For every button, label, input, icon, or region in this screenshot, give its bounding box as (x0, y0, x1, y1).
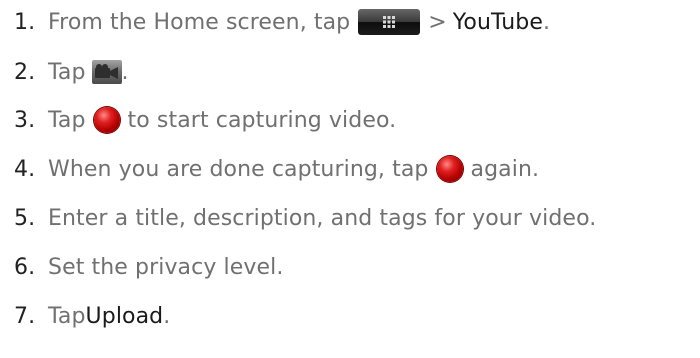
record-button-icon (436, 156, 463, 182)
step-number: 4. (14, 156, 36, 182)
step-text: From the Home screen, tap (48, 9, 351, 35)
step-text-end: . (121, 59, 129, 85)
step-text: Set the privacy level. (48, 254, 284, 280)
step-text: When you are done capturing, tap (48, 156, 429, 182)
step-4: 4. When you are done capturing, tap agai… (14, 151, 539, 187)
step-number: 6. (14, 254, 36, 280)
record-button-icon (93, 107, 120, 133)
youtube-app-label: YouTube (452, 9, 543, 35)
step-text: Tap (48, 303, 86, 329)
step-number: 2. (14, 59, 36, 85)
step-5: 5. Enter a title, description, and tags … (14, 200, 596, 236)
all-apps-launcher-icon (358, 9, 421, 35)
step-7: 7. Tap Upload . (14, 298, 170, 334)
step-number: 1. (14, 9, 36, 35)
step-number: 5. (14, 205, 36, 231)
upload-label: Upload (85, 303, 164, 329)
step-2: 2. Tap . (14, 54, 129, 90)
video-camera-icon (91, 60, 122, 84)
step-text: Enter a title, description, and tags for… (48, 205, 597, 231)
step-text-end: to start capturing video. (127, 107, 397, 133)
instruction-steps: 1. From the Home screen, tap > YouTube .… (0, 0, 700, 358)
step-text: Tap (48, 107, 86, 133)
step-text-end: again. (470, 156, 540, 182)
step-1: 1. From the Home screen, tap > YouTube . (14, 4, 550, 40)
step-number: 3. (14, 107, 36, 133)
step-text-separator: > (428, 9, 447, 35)
step-text-end: . (163, 303, 171, 329)
step-text-end: . (542, 9, 551, 35)
step-6: 6. Set the privacy level. (14, 249, 283, 285)
step-text: Tap (48, 59, 86, 85)
step-number: 7. (14, 303, 36, 329)
step-3: 3. Tap to start capturing video. (14, 102, 396, 138)
